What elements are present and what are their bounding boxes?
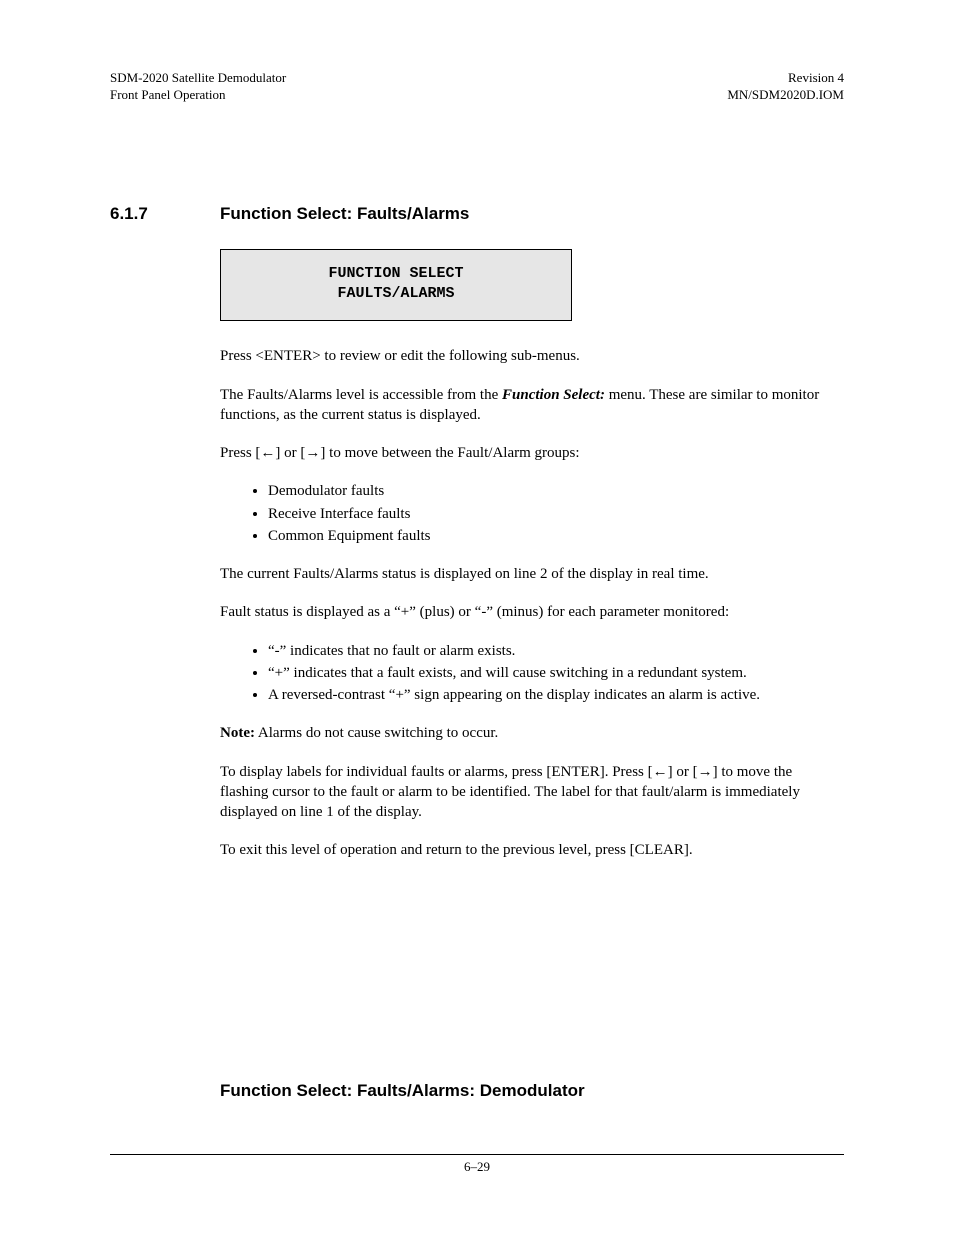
paragraph: Press <ENTER> to review or edit the foll… xyxy=(220,346,844,366)
paragraph: To display labels for individual faults … xyxy=(220,762,844,823)
list-item: “-” indicates that no fault or alarm exi… xyxy=(268,641,844,661)
lcd-line1: FUNCTION SELECT xyxy=(221,264,571,284)
paragraph: The current Faults/Alarms status is disp… xyxy=(220,564,844,584)
paragraph: Fault status is displayed as a “+” (plus… xyxy=(220,602,844,622)
emphasis: Function Select: xyxy=(502,387,605,403)
section-title: Function Select: Faults/Alarms xyxy=(220,204,844,224)
text: The Faults/Alarms level is accessible fr… xyxy=(220,387,502,403)
bullet-list: “-” indicates that no fault or alarm exi… xyxy=(220,641,844,706)
list-item: “+” indicates that a fault exists, and w… xyxy=(268,663,844,683)
header-left-line2: Front Panel Operation xyxy=(110,87,286,104)
list-item: Common Equipment faults xyxy=(268,526,844,546)
header-right: Revision 4 MN/SDM2020D.IOM xyxy=(727,70,844,104)
page: SDM-2020 Satellite Demodulator Front Pan… xyxy=(0,0,954,1235)
paragraph: Press [←] or [→] to move between the Fau… xyxy=(220,443,844,463)
list-item: Receive Interface faults xyxy=(268,504,844,524)
page-footer: 6–29 xyxy=(110,1154,844,1175)
list-item: Demodulator faults xyxy=(268,481,844,501)
subsection-heading: Function Select: Faults/Alarms: Demodula… xyxy=(220,1081,844,1101)
note-label: Note: xyxy=(220,725,255,741)
lcd-line2: FAULTS/ALARMS xyxy=(221,284,571,304)
body-column: FUNCTION SELECT FAULTS/ALARMS Press <ENT… xyxy=(220,249,844,1101)
page-header: SDM-2020 Satellite Demodulator Front Pan… xyxy=(110,70,844,104)
header-left: SDM-2020 Satellite Demodulator Front Pan… xyxy=(110,70,286,104)
lcd-display: FUNCTION SELECT FAULTS/ALARMS xyxy=(220,249,572,322)
header-right-line2: MN/SDM2020D.IOM xyxy=(727,87,844,104)
header-left-line1: SDM-2020 Satellite Demodulator xyxy=(110,70,286,87)
page-number: 6–29 xyxy=(464,1159,490,1174)
bullet-list: Demodulator faults Receive Interface fau… xyxy=(220,481,844,546)
header-right-line1: Revision 4 xyxy=(727,70,844,87)
section-number: 6.1.7 xyxy=(110,204,220,224)
paragraph: To exit this level of operation and retu… xyxy=(220,840,844,860)
list-item: A reversed-contrast “+” sign appearing o… xyxy=(268,685,844,705)
paragraph: The Faults/Alarms level is accessible fr… xyxy=(220,385,844,426)
note-text: Alarms do not cause switching to occur. xyxy=(255,725,498,741)
note: Note: Alarms do not cause switching to o… xyxy=(220,723,844,743)
section-heading: 6.1.7 Function Select: Faults/Alarms xyxy=(110,204,844,224)
